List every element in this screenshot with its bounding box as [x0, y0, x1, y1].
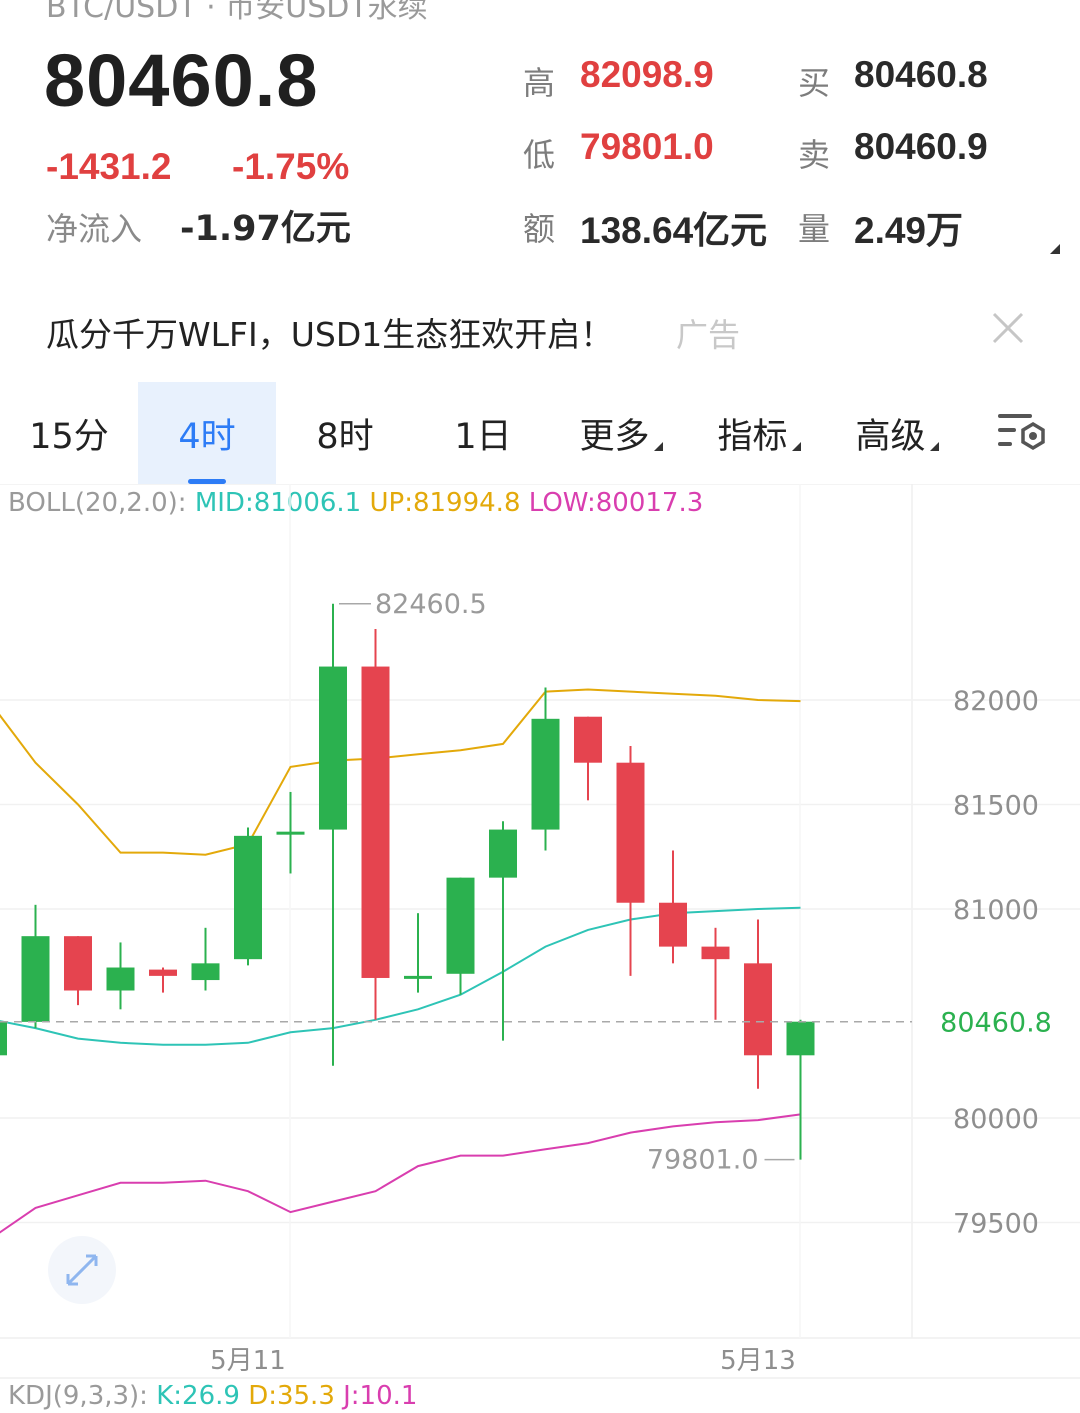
boll-upper-line — [0, 688, 801, 856]
close-icon[interactable] — [988, 308, 1028, 348]
interval-tabs: 15分 4时 8时 1日 更多 指标 高级 — [0, 382, 1080, 484]
candle-body — [106, 967, 135, 991]
x-tick-label: 5月13 — [720, 1346, 796, 1376]
candle-body — [234, 835, 262, 960]
candle-body — [64, 936, 92, 991]
tab-4h-label: 4时 — [178, 416, 236, 457]
netflow-value: -1.97亿元 — [180, 209, 351, 249]
ad-tag: 广告 — [676, 316, 741, 354]
candle-body — [489, 829, 517, 878]
netflow-label: 净流入 — [46, 210, 143, 248]
last-price: 80460.8 — [44, 39, 319, 122]
y-tick-label: 79500 — [953, 1209, 1039, 1240]
tab-advanced-label: 高级 — [855, 416, 926, 457]
tab-more[interactable]: 更多 — [552, 382, 690, 484]
candle-body — [531, 718, 560, 830]
y-tick-label: 82000 — [953, 686, 1039, 717]
candle-body — [659, 902, 687, 947]
candle-body — [21, 936, 50, 1022]
kdj-k: K:26.9 — [156, 1381, 240, 1411]
low-label: 低 — [523, 136, 556, 174]
candle-body — [744, 963, 772, 1056]
max-price-label: 82460.5 — [375, 589, 487, 620]
candle-body — [446, 877, 475, 974]
kdj-j: J:10.1 — [343, 1381, 418, 1411]
high-value: 82098.9 — [580, 54, 714, 95]
candle-body — [319, 666, 347, 830]
boll-lower-line — [0, 1113, 801, 1234]
candle-body — [404, 975, 432, 979]
candle-body — [701, 946, 730, 960]
current-price-label: 80460.8 — [940, 1008, 1052, 1039]
tab-8h[interactable]: 8时 — [276, 382, 414, 484]
bid-label: 买 — [798, 64, 831, 102]
tab-1d[interactable]: 1日 — [414, 382, 552, 484]
candle-body — [276, 831, 305, 835]
candle-body — [361, 666, 390, 978]
price-change-percent: -1.75% — [232, 146, 350, 187]
chart-settings-icon[interactable] — [996, 410, 1048, 456]
dropdown-triangle-icon — [791, 441, 801, 451]
kdj-d: D:35.3 — [248, 1381, 335, 1411]
amount-value: 138.64亿元 — [580, 210, 768, 251]
tab-advanced[interactable]: 高级 — [828, 382, 966, 484]
dropdown-triangle-icon — [929, 441, 939, 451]
y-tick-label: 81500 — [953, 791, 1039, 822]
volume-value: 2.49万 — [854, 210, 964, 251]
tab-8h-label: 8时 — [316, 416, 374, 457]
tab-indicator-label: 指标 — [717, 416, 788, 457]
tab-15m-label: 15分 — [29, 416, 109, 457]
tab-1d-label: 1日 — [454, 416, 512, 457]
x-tick-label: 5月11 — [210, 1346, 286, 1376]
y-tick-label: 80000 — [953, 1104, 1039, 1135]
expand-chart-button[interactable] — [48, 1236, 116, 1304]
y-tick-label: 81000 — [953, 895, 1039, 926]
min-price-label: 79801.0 — [647, 1145, 759, 1176]
tab-15m[interactable]: 15分 — [0, 382, 138, 484]
volume-label: 量 — [798, 210, 831, 248]
candle-body — [0, 1021, 7, 1056]
ask-label: 卖 — [798, 136, 831, 174]
expand-stats-icon[interactable] — [1050, 244, 1060, 254]
kdj-legend: KDJ(9,3,3): K:26.9 D:35.3 J:10.1 — [8, 1381, 417, 1411]
kdj-name: KDJ(9,3,3): — [8, 1381, 148, 1411]
ask-value: 80460.9 — [854, 126, 988, 167]
candle-body — [149, 969, 177, 976]
pair-title: BTC/USDT · 币安USDT永续 — [46, 0, 428, 25]
ad-banner-text[interactable]: 瓜分千万WLFI，USD1生态狂欢开启！ — [46, 308, 613, 356]
bid-value: 80460.8 — [854, 54, 988, 95]
amount-label: 额 — [523, 210, 556, 248]
candle-body — [574, 716, 602, 763]
candle-body — [191, 963, 220, 981]
price-change: -1431.2 — [46, 146, 172, 187]
tab-indicator[interactable]: 指标 — [690, 382, 828, 484]
candlestick-chart[interactable]: 82000 81500 81000 80000 79500 82460.5 79801.0 8… — [0, 484, 1080, 1384]
tab-more-label: 更多 — [579, 416, 650, 457]
low-value: 79801.0 — [580, 126, 714, 167]
candle-body — [616, 762, 645, 903]
candle-body — [786, 1021, 815, 1056]
high-label: 高 — [523, 64, 556, 102]
dropdown-triangle-icon — [653, 441, 663, 451]
tab-4h[interactable]: 4时 — [138, 382, 276, 484]
